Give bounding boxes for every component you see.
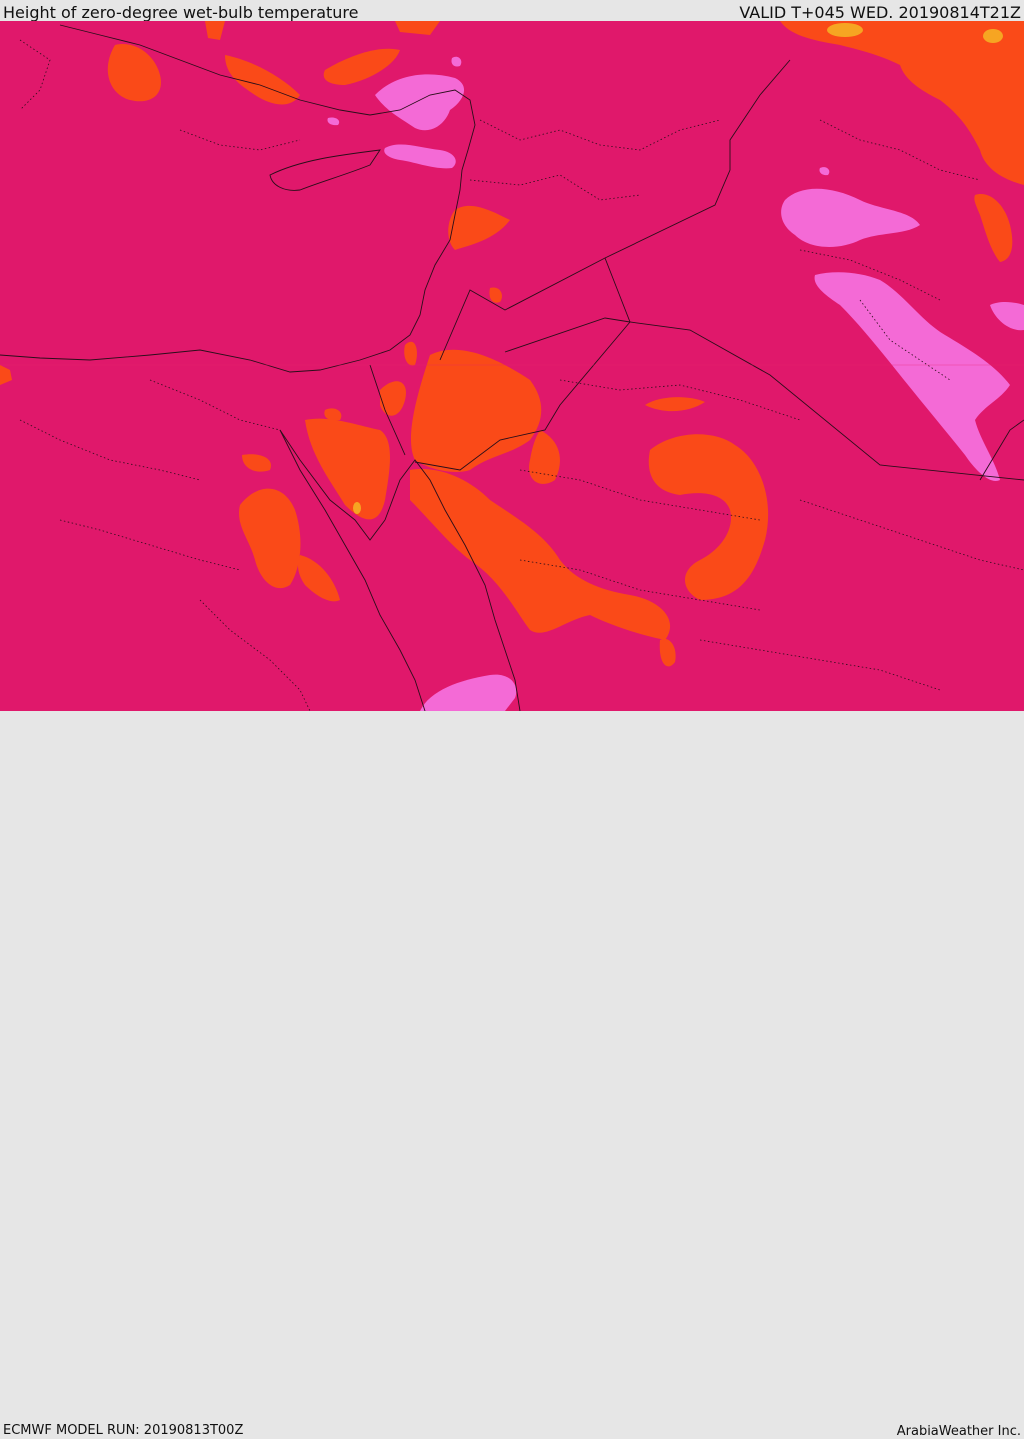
credit-text: ArabiaWeather Inc. <box>896 1424 1021 1439</box>
weather-map <box>0 21 1024 711</box>
map-title: Height of zero-degree wet-bulb temperatu… <box>3 3 359 22</box>
map-background <box>0 21 1024 711</box>
header-bar: Height of zero-degree wet-bulb temperatu… <box>0 0 1024 22</box>
yellow-spot-1 <box>983 29 1003 43</box>
model-run: ECMWF MODEL RUN: 20190813T00Z <box>3 1423 244 1438</box>
yellow-spot-2 <box>827 23 863 37</box>
yellow-spot-3 <box>353 502 361 514</box>
valid-time: VALID T+045 WED. 20190814T21Z <box>739 3 1021 22</box>
map-svg <box>0 21 1024 711</box>
footer-bar: ECMWF MODEL RUN: 20190813T00Z ArabiaWeat… <box>0 711 1024 1439</box>
